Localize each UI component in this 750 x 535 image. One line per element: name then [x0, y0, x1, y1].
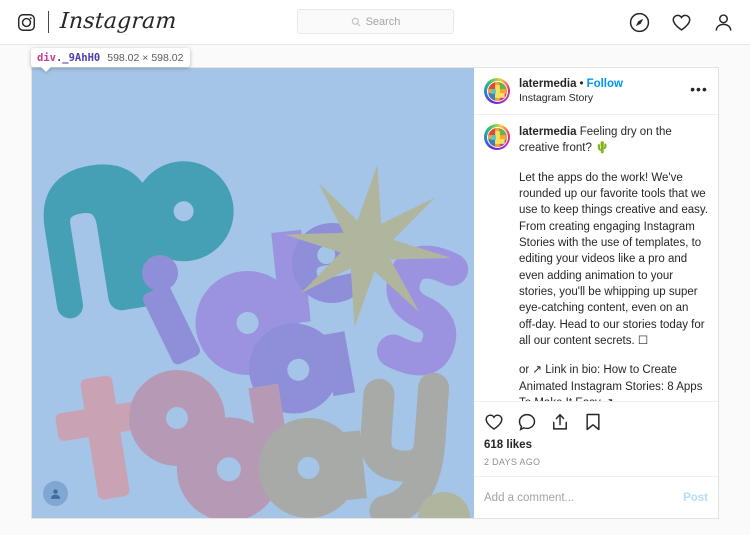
- search-placeholder-text: Search: [365, 15, 401, 28]
- profile-person-icon[interactable]: [713, 12, 734, 33]
- post-subtitle: Instagram Story: [519, 92, 594, 105]
- post-username[interactable]: latermedia: [519, 78, 577, 90]
- activity-heart-icon[interactable]: [671, 12, 692, 33]
- devtools-element-tooltip: div._9AhH0 598.02 × 598.02: [31, 48, 191, 72]
- tooltip-pointer-arrow: [40, 66, 52, 72]
- post-timestamp: 2 DAYS AGO: [484, 457, 541, 467]
- comment-bubble-icon[interactable]: [517, 411, 539, 433]
- caption-author[interactable]: latermedia: [519, 126, 577, 138]
- post-comment-button[interactable]: Post: [683, 492, 708, 504]
- caption-primary: latermedia Feeling dry on the creative f…: [484, 124, 708, 157]
- tagged-person-icon[interactable]: [43, 481, 68, 506]
- avatar[interactable]: [484, 78, 510, 104]
- comment-input[interactable]: [484, 491, 684, 504]
- likes-count[interactable]: 618 likes: [484, 439, 708, 451]
- caption-body: Let the apps do the work! We've rounded …: [519, 171, 709, 347]
- instagram-camera-icon[interactable]: [17, 13, 36, 32]
- top-navigation-bar: Instagram Search: [0, 0, 750, 45]
- search-icon: [351, 17, 361, 27]
- search-input[interactable]: Search: [297, 9, 454, 34]
- instagram-page: Instagram Search div._9AhH0 598.02 × 598…: [0, 0, 750, 535]
- separator-dot: •: [579, 77, 584, 90]
- devtools-class-name: ._9AhH0: [55, 51, 101, 64]
- devtools-selector: div._9AhH0: [37, 52, 100, 64]
- follow-button[interactable]: Follow: [587, 78, 623, 90]
- caption-scroll-area[interactable]: latermedia Feeling dry on the creative f…: [474, 115, 718, 401]
- nav-divider: [48, 11, 49, 33]
- share-arrow-icon[interactable]: [550, 411, 572, 433]
- post-more-options-button[interactable]: •••: [688, 80, 710, 102]
- heart-icon[interactable]: [484, 411, 506, 433]
- nav-brand[interactable]: Instagram: [17, 9, 177, 34]
- caption-link-line: or ↗ Link in bio: How to Create Animated…: [519, 364, 703, 401]
- post-header-text: latermedia • Follow Instagram Story: [519, 78, 623, 105]
- bookmark-icon[interactable]: [583, 411, 605, 433]
- post-header: latermedia • Follow Instagram Story •••: [474, 68, 718, 115]
- action-icon-row: [484, 409, 708, 434]
- devtools-dimensions: 598.02 × 598.02: [107, 51, 184, 64]
- caption-first-line: latermedia Feeling dry on the creative f…: [519, 124, 708, 157]
- caption-avatar[interactable]: [484, 124, 510, 150]
- nav-actions: [629, 0, 734, 45]
- comment-bar: Post: [474, 476, 718, 518]
- devtools-element-name: div: [37, 51, 56, 64]
- explore-compass-icon[interactable]: [629, 12, 650, 33]
- post-author-row: latermedia • Follow: [519, 78, 623, 92]
- avatar-image: [486, 80, 508, 102]
- post-media[interactable]: [32, 68, 474, 518]
- post-details-pane: latermedia•Follow Instagram Story •••: [474, 68, 718, 518]
- caption-avatar-image: [486, 126, 508, 148]
- post-card: latermedia•Follow Instagram Story •••: [31, 67, 719, 519]
- post-actions: 618 likes 2 DAYS AGO: [474, 401, 718, 476]
- instagram-wordmark[interactable]: Instagram: [59, 9, 177, 34]
- post-artwork: [32, 68, 474, 518]
